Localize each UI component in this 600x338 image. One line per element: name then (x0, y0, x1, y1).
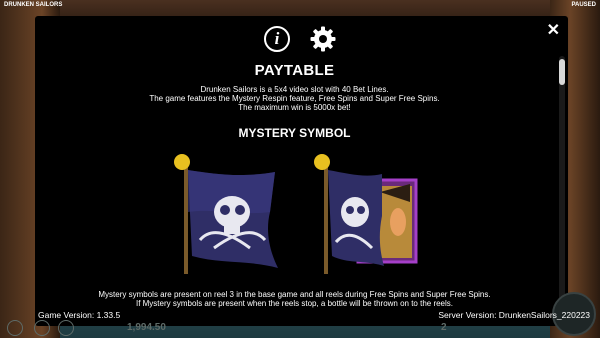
dialog-tabs: i (35, 26, 568, 54)
gear-icon[interactable] (310, 26, 336, 52)
paused-label: PAUSED (571, 2, 596, 8)
balance-value: 1,994.50 (127, 322, 166, 333)
menu-icon[interactable] (7, 320, 23, 336)
paytable-content: PAYTABLE Drunken Sailors is a 5x4 video … (35, 62, 554, 140)
mystery-flag-reveal-symbol (314, 154, 418, 274)
game-description: Drunken Sailors is a 5x4 video slot with… (35, 85, 554, 112)
scroll-thumb[interactable] (559, 59, 565, 85)
mystery-description: Mystery symbols are present on reel 3 in… (35, 290, 554, 308)
server-version: Server Version: DrunkenSailors_220223 (438, 310, 590, 320)
bottom-bar: 1,994.50 2 (0, 318, 600, 338)
version-info: Game Version: 1.33.5 Server Version: Dru… (0, 310, 600, 320)
description-line: The maximum win is 5000x bet! (238, 103, 351, 112)
close-icon[interactable]: ✕ (547, 23, 560, 39)
footnote-line: If Mystery symbols are present when the … (135, 299, 454, 308)
game-name: DRUNKEN SAILORS (4, 2, 63, 8)
info-icon[interactable]: i (264, 26, 290, 52)
mystery-symbols (170, 152, 420, 278)
help-icon[interactable] (58, 320, 74, 336)
scrollbar[interactable] (559, 56, 565, 302)
sound-icon[interactable] (34, 320, 50, 336)
mystery-symbol-title: MYSTERY SYMBOL (238, 126, 351, 140)
bet-value: 2 (441, 322, 447, 333)
paytable-title: PAYTABLE (254, 62, 335, 79)
game-version: Game Version: 1.33.5 (38, 310, 121, 320)
footnote-line: Mystery symbols are present on reel 3 in… (98, 290, 491, 299)
mystery-flag-symbol (174, 154, 278, 274)
description-line: Drunken Sailors is a 5x4 video slot with… (200, 85, 389, 94)
description-line: The game features the Mystery Respin fea… (149, 94, 440, 103)
top-bar: DRUNKEN SAILORS PAUSED (0, 0, 600, 10)
paytable-dialog: i ✕ PAYTABLE Drunken Sailors is a 5x4 vi… (35, 16, 568, 326)
